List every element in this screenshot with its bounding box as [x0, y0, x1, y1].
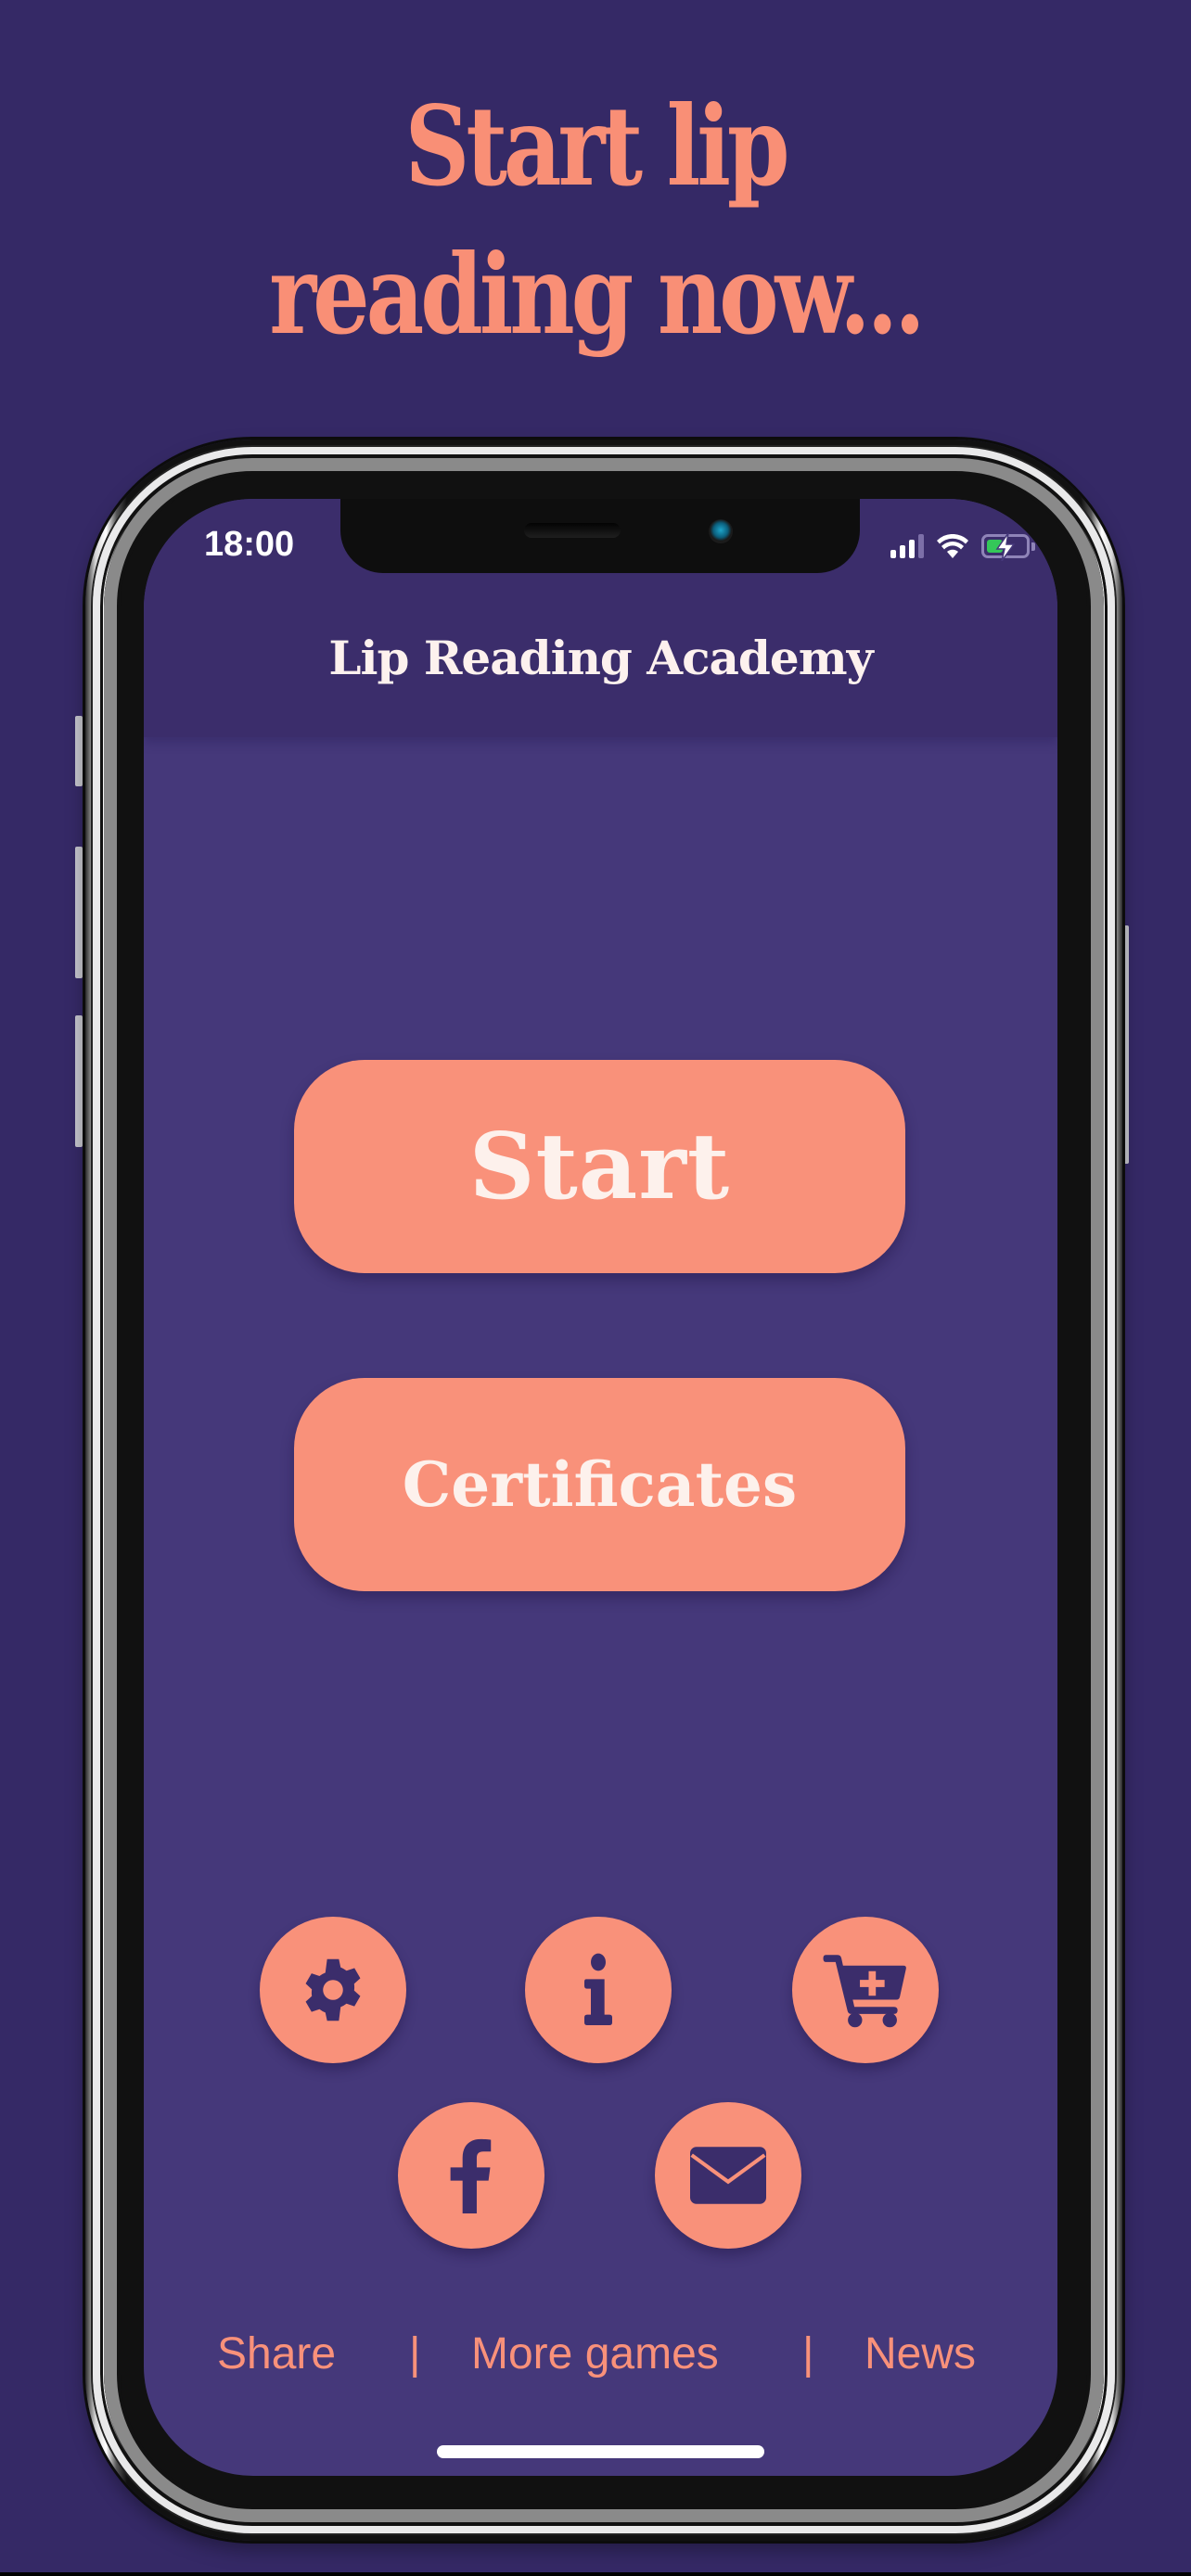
- promo-canvas: Start lip reading now... Lip Reading Aca…: [0, 0, 1191, 2576]
- footer-separator: |: [802, 2329, 814, 2378]
- wifi-icon: [937, 534, 968, 558]
- email-button[interactable]: [655, 2102, 801, 2249]
- certificates-button-label: Certificates: [402, 1448, 798, 1521]
- phone-screen: Lip Reading Academy 18:00 Start Certific…: [144, 499, 1057, 2476]
- signal-icon: [890, 534, 924, 558]
- speaker-grille: [524, 523, 621, 538]
- settings-button[interactable]: [260, 1917, 406, 2063]
- headline-line-1: Start lip: [404, 82, 790, 210]
- certificates-button[interactable]: Certificates: [294, 1378, 905, 1591]
- share-link[interactable]: Share: [217, 2328, 336, 2379]
- info-button[interactable]: [525, 1917, 672, 2063]
- front-camera: [709, 519, 733, 543]
- volume-up-button: [75, 847, 83, 978]
- start-button[interactable]: Start: [294, 1060, 905, 1273]
- facebook-icon: [450, 2138, 492, 2213]
- info-icon: [584, 1953, 612, 2025]
- facebook-button[interactable]: [398, 2102, 544, 2249]
- notch: [340, 499, 860, 573]
- charging-bolt-icon: [995, 533, 1016, 561]
- status-time: 18:00: [204, 525, 295, 564]
- more-games-link[interactable]: More games: [471, 2328, 719, 2379]
- app-title: Lip Reading Academy: [328, 631, 873, 685]
- volume-down-button: [75, 1015, 83, 1147]
- battery-icon: [981, 533, 1035, 561]
- gear-icon: [305, 1958, 361, 2021]
- cart-plus-icon: [823, 1955, 906, 2028]
- headline-line-2: reading now...: [269, 230, 926, 359]
- bottom-edge: [0, 2572, 1191, 2576]
- promo-headline: Start lip reading now...: [108, 72, 1084, 369]
- status-icons: [890, 530, 1035, 561]
- news-link[interactable]: News: [864, 2328, 976, 2379]
- store-button[interactable]: [792, 1917, 939, 2063]
- start-button-label: Start: [468, 1113, 731, 1220]
- home-indicator[interactable]: [437, 2445, 764, 2458]
- envelope-icon: [690, 2147, 766, 2204]
- footer-separator: |: [409, 2329, 421, 2378]
- mute-switch: [75, 716, 83, 786]
- footer-links: Share | More games | News: [144, 2328, 1057, 2384]
